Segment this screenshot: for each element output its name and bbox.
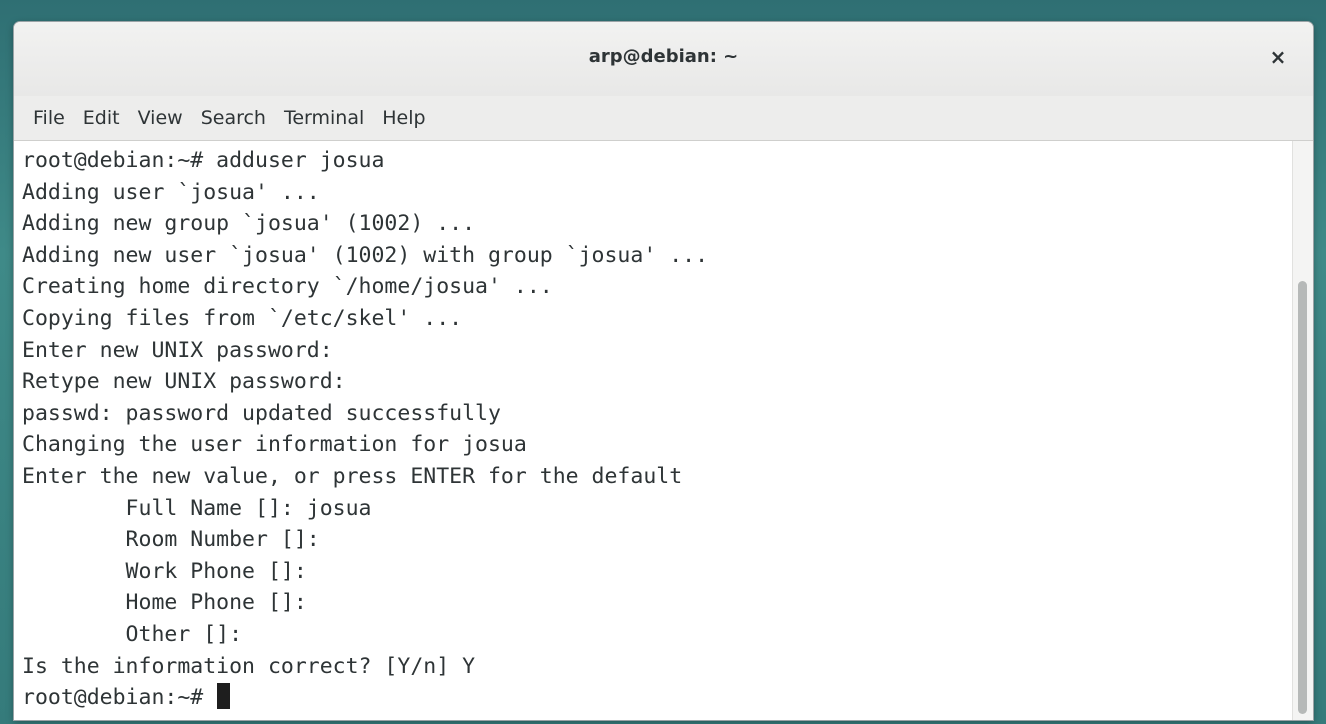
close-button[interactable]: × xyxy=(1265,44,1291,70)
terminal-line: Work Phone []: xyxy=(22,558,307,584)
window-title: arp@debian: ~ xyxy=(588,46,739,67)
terminal-window: arp@debian: ~ × File Edit View Search Te… xyxy=(14,22,1313,720)
terminal-line: Other []: xyxy=(22,621,243,647)
menu-view[interactable]: View xyxy=(129,103,192,133)
terminal-line: Adding user `josua' ... xyxy=(22,179,320,205)
terminal-line: Room Number []: xyxy=(22,527,320,553)
terminal-line: Retype new UNIX password: xyxy=(22,369,346,395)
menu-help[interactable]: Help xyxy=(373,103,434,133)
menu-terminal[interactable]: Terminal xyxy=(275,103,373,133)
terminal-line: Is the information correct? [Y/n] Y xyxy=(22,653,476,679)
close-icon: × xyxy=(1269,45,1287,69)
menu-bar: File Edit View Search Terminal Help xyxy=(14,96,1313,141)
menu-search[interactable]: Search xyxy=(192,103,275,133)
terminal-line: Copying files from `/etc/skel' ... xyxy=(22,305,463,331)
terminal-line: Changing the user information for josua xyxy=(22,432,527,458)
terminal-prompt: root@debian:~# xyxy=(22,685,217,711)
menu-file[interactable]: File xyxy=(24,103,74,133)
scrollbar-thumb[interactable] xyxy=(1298,281,1307,714)
menu-edit[interactable]: Edit xyxy=(74,103,129,133)
terminal-line: Adding new group `josua' (1002) ... xyxy=(22,211,476,237)
terminal-line: root@debian:~# adduser josua xyxy=(22,148,385,173)
terminal-prompt-line[interactable]: root@debian:~# xyxy=(22,682,1293,714)
terminal-line: Creating home directory `/home/josua' ..… xyxy=(22,274,553,300)
terminal-line: passwd: password updated successfully xyxy=(22,400,501,426)
terminal-line: Full Name []: josua xyxy=(22,495,372,521)
terminal-output[interactable]: root@debian:~# adduser josua Adding user… xyxy=(14,141,1293,720)
vertical-scrollbar[interactable] xyxy=(1292,141,1313,720)
terminal-cursor xyxy=(217,683,231,710)
title-bar[interactable]: arp@debian: ~ × xyxy=(14,22,1313,97)
terminal-line: Enter the new value, or press ENTER for … xyxy=(22,463,683,489)
terminal-line: Enter new UNIX password: xyxy=(22,337,333,363)
terminal-line: Adding new user `josua' (1002) with grou… xyxy=(22,242,709,268)
terminal-line: Home Phone []: xyxy=(22,590,307,616)
